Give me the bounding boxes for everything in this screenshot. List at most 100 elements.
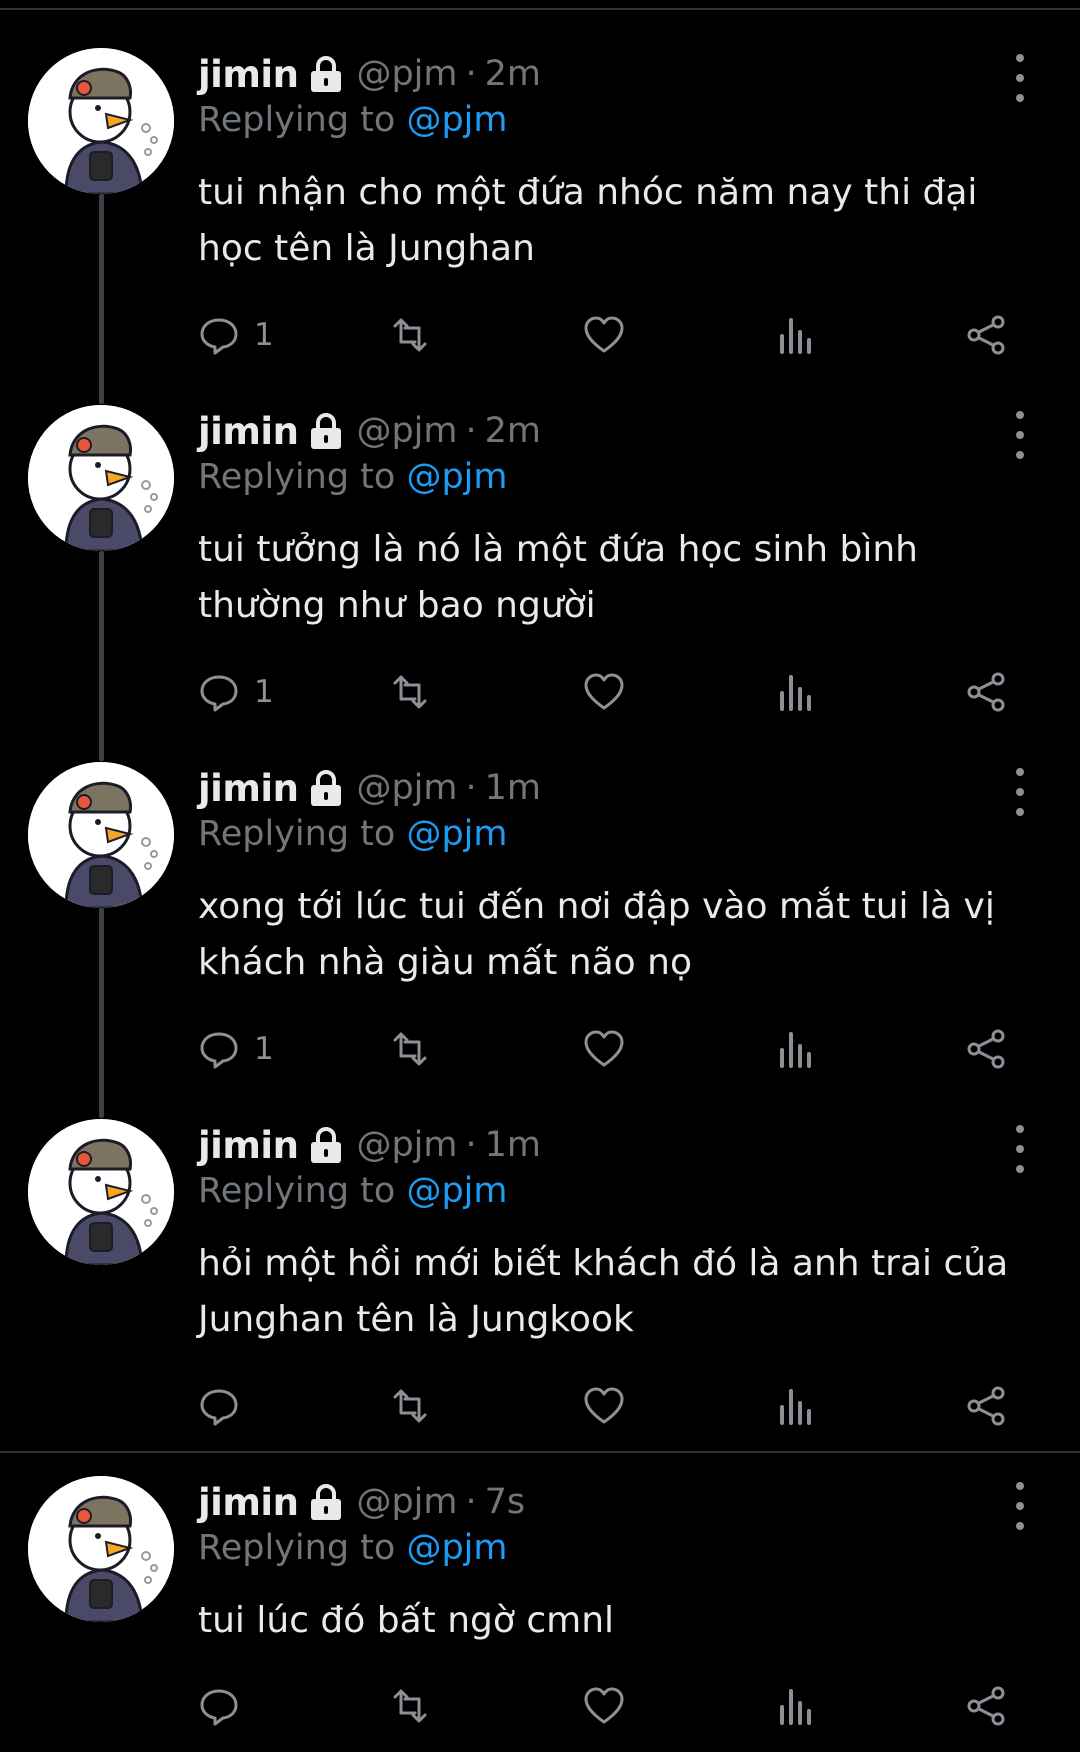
share-icon [964, 312, 1010, 358]
lock-icon [308, 1125, 344, 1165]
tweet-text: tui nhận cho một đứa nhóc năm nay thi đạ… [198, 172, 978, 269]
display-name[interactable]: jimin [198, 767, 299, 810]
analytics-button[interactable] [773, 1382, 819, 1430]
mention-link[interactable]: @pjm [406, 814, 507, 854]
timestamp[interactable]: 1m [485, 768, 541, 808]
tweet-text: xong tới lúc tui đến nơi đập vào mắt tui… [198, 886, 995, 983]
display-name[interactable]: jimin [198, 1124, 299, 1167]
display-name[interactable]: jimin [198, 410, 299, 453]
reply-button[interactable]: 1 [196, 1025, 274, 1073]
tweet-header: jimin @pjm · 1m [198, 764, 541, 812]
display-name[interactable]: jimin [198, 53, 299, 96]
mention-link[interactable]: @pjm [406, 100, 507, 140]
analytics-button[interactable] [773, 668, 819, 716]
lock-icon [308, 768, 344, 808]
tweet[interactable]: jimin @pjm · 1m Replying to @pjm xong tớ… [0, 762, 1080, 1074]
separator-dot: · [465, 768, 477, 808]
lock-icon [308, 411, 344, 451]
retweet-icon [387, 669, 433, 715]
replying-to: Replying to @pjm [198, 457, 508, 497]
top-divider [0, 8, 1080, 10]
avatar[interactable] [28, 1119, 174, 1265]
tweet-text: hỏi một hồi mới biết khách đó là anh tra… [198, 1243, 1009, 1340]
user-handle[interactable]: @pjm [356, 54, 457, 94]
replying-prefix: Replying to [198, 814, 396, 854]
timestamp[interactable]: 7s [485, 1482, 526, 1522]
timestamp[interactable]: 2m [485, 411, 541, 451]
like-button[interactable] [581, 1025, 627, 1073]
retweet-button[interactable] [387, 1382, 433, 1430]
retweet-icon [387, 312, 433, 358]
analytics-icon [773, 1026, 819, 1072]
mention-link[interactable]: @pjm [406, 1528, 507, 1568]
analytics-button[interactable] [773, 1025, 819, 1073]
like-icon [581, 1383, 627, 1429]
duck-avatar-icon [28, 762, 174, 908]
reply-count: 1 [254, 317, 274, 353]
reply-icon [196, 312, 242, 358]
analytics-button[interactable] [773, 311, 819, 359]
tweet[interactable]: jimin @pjm · 7s Replying to @pjm tui lúc… [0, 1476, 1080, 1746]
avatar[interactable] [28, 405, 174, 551]
share-icon [964, 1383, 1010, 1429]
mention-link[interactable]: @pjm [406, 457, 507, 497]
analytics-button[interactable] [773, 1682, 819, 1730]
reply-button[interactable]: 1 [196, 311, 274, 359]
user-handle[interactable]: @pjm [356, 768, 457, 808]
action-bar [196, 1682, 1046, 1730]
timestamp[interactable]: 1m [485, 1125, 541, 1165]
tweet[interactable]: jimin @pjm · 2m Replying to @pjm tui nhậ… [0, 48, 1080, 360]
avatar[interactable] [28, 762, 174, 908]
replying-to: Replying to @pjm [198, 100, 508, 140]
more-options-icon[interactable] [1002, 1482, 1038, 1530]
replying-prefix: Replying to [198, 1171, 396, 1211]
retweet-button[interactable] [387, 1025, 433, 1073]
duck-avatar-icon [28, 48, 174, 194]
like-icon [581, 312, 627, 358]
like-button[interactable] [581, 1382, 627, 1430]
duck-avatar-icon [28, 405, 174, 551]
display-name[interactable]: jimin [198, 1481, 299, 1524]
replying-to: Replying to @pjm [198, 1528, 508, 1568]
user-handle[interactable]: @pjm [356, 1482, 457, 1522]
share-button[interactable] [964, 668, 1010, 716]
mention-link[interactable]: @pjm [406, 1171, 507, 1211]
retweet-button[interactable] [387, 1682, 433, 1730]
share-button[interactable] [964, 1025, 1010, 1073]
reply-button[interactable] [196, 1382, 254, 1430]
more-options-icon[interactable] [1002, 768, 1038, 816]
avatar[interactable] [28, 48, 174, 194]
analytics-icon [773, 1683, 819, 1729]
like-button[interactable] [581, 668, 627, 716]
tweet[interactable]: jimin @pjm · 2m Replying to @pjm tui tưở… [0, 405, 1080, 717]
like-button[interactable] [581, 311, 627, 359]
like-button[interactable] [581, 1682, 627, 1730]
analytics-icon [773, 669, 819, 715]
action-bar: 1 [196, 668, 1046, 716]
replying-to: Replying to @pjm [198, 814, 508, 854]
retweet-button[interactable] [387, 668, 433, 716]
more-options-icon[interactable] [1002, 54, 1038, 102]
share-button[interactable] [964, 311, 1010, 359]
tweet-header: jimin @pjm · 1m [198, 1121, 541, 1169]
separator-dot: · [465, 411, 477, 451]
tweet-text: tui tưởng là nó là một đứa học sinh bình… [198, 529, 918, 626]
more-options-icon[interactable] [1002, 1125, 1038, 1173]
user-handle[interactable]: @pjm [356, 1125, 457, 1165]
analytics-icon [773, 1383, 819, 1429]
reply-button[interactable] [196, 1682, 254, 1730]
user-handle[interactable]: @pjm [356, 411, 457, 451]
share-icon [964, 1683, 1010, 1729]
retweet-button[interactable] [387, 311, 433, 359]
more-options-icon[interactable] [1002, 411, 1038, 459]
lock-icon [308, 54, 344, 94]
share-button[interactable] [964, 1382, 1010, 1430]
share-button[interactable] [964, 1682, 1010, 1730]
like-icon [581, 669, 627, 715]
reply-button[interactable]: 1 [196, 668, 274, 716]
timestamp[interactable]: 2m [485, 54, 541, 94]
tweet[interactable]: jimin @pjm · 1m Replying to @pjm hỏi một… [0, 1119, 1080, 1431]
reply-icon [196, 1026, 242, 1072]
avatar[interactable] [28, 1476, 174, 1622]
replying-to: Replying to @pjm [198, 1171, 508, 1211]
